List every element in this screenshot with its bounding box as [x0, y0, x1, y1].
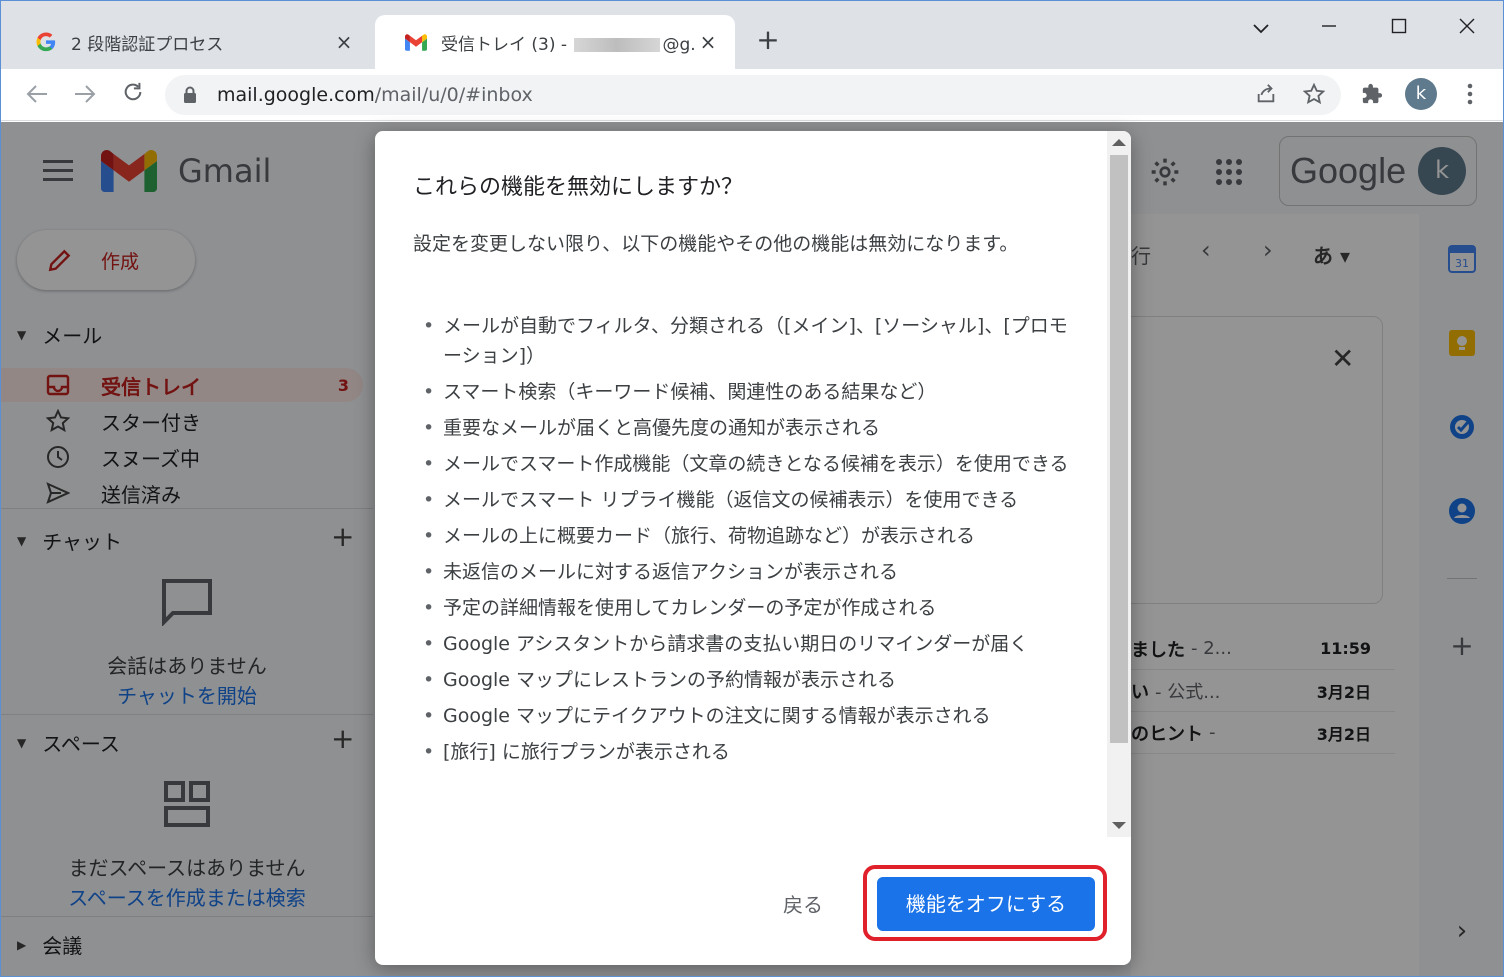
scroll-up-arrow-icon[interactable] [1112, 139, 1126, 146]
back-button[interactable]: 戻る [763, 885, 843, 925]
dialog-scroll-area[interactable]: 設定を変更しない限り、以下の機能やその他の機能は無効になります。 メールが自動で… [375, 219, 1107, 837]
address-bar[interactable]: mail.google.com/mail/u/0/#inbox [165, 75, 1341, 115]
back-arrow-icon[interactable] [21, 79, 53, 111]
share-icon[interactable] [1249, 77, 1283, 111]
scrollbar-thumb[interactable] [1110, 155, 1128, 743]
disable-features-dialog: これらの機能を無効にしますか？ 設定を変更しない限り、以下の機能やその他の機能は… [375, 131, 1131, 965]
tab-close-icon[interactable]: × [333, 30, 355, 54]
feature-item: 予定の詳細情報を使用してカレンダーの予定が作成される [413, 593, 1081, 623]
bookmark-star-icon[interactable] [1297, 77, 1331, 111]
feature-item: メールが自動でフィルタ、分類される（[メイン]、[ソーシャル]、[プロモーション… [413, 311, 1081, 371]
window-close-icon[interactable] [1447, 11, 1487, 43]
browser-toolbar: mail.google.com/mail/u/0/#inbox [1, 69, 1503, 121]
tab-two-step-verification[interactable]: 2 段階認証プロセス × [5, 15, 371, 69]
dialog-intro: 設定を変更しない限り、以下の機能やその他の機能は無効になります。 [413, 233, 1019, 255]
maximize-icon[interactable] [1379, 11, 1419, 43]
tab-search-chevron-icon[interactable] [1241, 11, 1281, 43]
feature-item: Google マップにレストランの予約情報が表示される [413, 665, 1081, 695]
browser-profile-avatar[interactable]: k [1405, 78, 1437, 110]
feature-item: 未返信のメールに対する返信アクションが表示される [413, 557, 1081, 587]
tab-title: 受信トレイ (3) - @g.u-f [441, 30, 697, 55]
tab-gmail-inbox[interactable]: 受信トレイ (3) - @g.u-f × [375, 15, 735, 69]
url-path: /mail/u/0/#inbox [374, 84, 533, 106]
tab-title-prefix: 受信トレイ (3) - [441, 34, 573, 55]
forward-arrow-icon[interactable] [69, 79, 101, 111]
browser-menu-icon[interactable] [1453, 77, 1487, 111]
tab-close-icon[interactable]: × [697, 30, 719, 54]
google-g-icon [35, 31, 57, 53]
dialog-title: これらの機能を無効にしますか？ [413, 175, 744, 200]
extensions-puzzle-icon[interactable] [1355, 77, 1389, 111]
new-tab-button[interactable]: + [753, 25, 783, 55]
feature-list: メールが自動でフィルタ、分類される（[メイン]、[ソーシャル]、[プロモーション… [413, 311, 1081, 773]
tab-title: 2 段階認証プロセス [71, 34, 224, 55]
feature-item: メールでスマート作成機能（文章の続きとなる候補を表示）を使用できる [413, 449, 1081, 479]
annotation-highlight-box [863, 865, 1107, 941]
reload-icon[interactable] [117, 79, 149, 111]
feature-item: Google アシスタントから請求書の支払い期日のリマインダーが届く [413, 629, 1081, 659]
lock-icon [183, 86, 199, 104]
feature-item: 重要なメールが届くと高優先度の通知が表示される [413, 413, 1081, 443]
feature-item: メールでスマート リプライ機能（返信文の候補表示）を使用できる [413, 485, 1081, 515]
scroll-down-arrow-icon[interactable] [1112, 822, 1126, 829]
gmail-icon [405, 31, 427, 53]
feature-item: [旅行] に旅行プランが表示される [413, 737, 1081, 767]
feature-item: スマート検索（キーワード候補、関連性のある結果など） [413, 377, 1081, 407]
tab-title-suffix: @g.u-f [662, 34, 697, 55]
feature-item: Google マップにテイクアウトの注文に関する情報が表示される [413, 701, 1081, 731]
tab-strip: 2 段階認証プロセス × 受信トレイ (3) - @g.u-f × + [1, 1, 1503, 69]
feature-item: メールの上に概要カード（旅行、荷物追跡など）が表示される [413, 521, 1081, 551]
browser-window: 2 段階認証プロセス × 受信トレイ (3) - @g.u-f × + [0, 0, 1504, 977]
url-host: mail.google.com [217, 84, 375, 106]
redacted-email [574, 37, 661, 52]
minimize-icon[interactable] [1309, 11, 1349, 43]
